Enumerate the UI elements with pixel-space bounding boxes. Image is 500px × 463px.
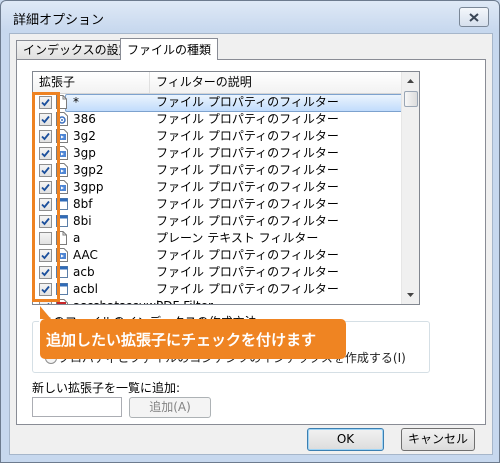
extension-name: ascshatsccuwi (73, 298, 159, 304)
list-header: 拡張子 フィルターの説明 (33, 72, 419, 94)
advanced-options-dialog: 詳細オプション インデックスの設定 ファイルの種類 拡張子 フィルターの説明 *… (0, 0, 500, 463)
extension-name: * (73, 95, 79, 109)
extension-name: 3gp (73, 146, 96, 160)
extension-name: 3g2 (73, 129, 96, 143)
filter-description: PDF Filter (156, 298, 213, 304)
close-icon (469, 12, 479, 22)
list-item[interactable]: ascshatsccuwiPDF Filter (33, 298, 409, 304)
add-extension-label: 新しい拡張子を一覧に追加: (32, 381, 181, 395)
scroll-up-button[interactable] (403, 73, 418, 89)
list-item[interactable]: acb ファイル プロパティのフィルター (33, 264, 409, 281)
add-extension-button[interactable]: 追加(A) (129, 397, 211, 418)
filter-description: ファイル プロパティのフィルター (156, 180, 339, 194)
extension-name: AAC (73, 248, 98, 262)
list-body: * ファイル プロパティのフィルター 386 ファイル プロパティのフィルター 3g2 フ… (33, 94, 409, 304)
checkbox-highlight-frame (32, 92, 60, 302)
filter-description: ファイル プロパティのフィルター (156, 214, 339, 228)
list-item[interactable]: a プレーン テキスト フィルター (33, 230, 409, 247)
instruction-callout-text: 追加したい拡張子にチェックを付けます (46, 331, 317, 349)
add-extension-input[interactable] (32, 397, 122, 417)
list-item[interactable]: acbl ファイル プロパティのフィルター (33, 281, 409, 298)
arrow-up-icon (407, 79, 414, 83)
scroll-thumb[interactable] (404, 91, 418, 107)
list-item[interactable]: 3gp ファイル プロパティのフィルター (33, 145, 409, 162)
list-item[interactable]: 3gp2 ファイル プロパティのフィルター (33, 162, 409, 179)
list-item[interactable]: 386 ファイル プロパティのフィルター (33, 111, 409, 128)
list-item[interactable]: 8bi ファイル プロパティのフィルター (33, 213, 409, 230)
extension-name: acb (73, 265, 95, 279)
arrow-down-icon (407, 293, 414, 297)
filter-description: ファイル プロパティのフィルター (156, 129, 339, 143)
extension-list[interactable]: 拡張子 フィルターの説明 * ファイル プロパティのフィルター 386 ファイル プロ… (32, 71, 420, 305)
list-item[interactable]: * ファイル プロパティのフィルター (33, 94, 409, 112)
window-title: 詳細オプション (13, 13, 105, 28)
vertical-scrollbar[interactable] (401, 72, 419, 304)
extension-name: 8bi (73, 214, 92, 228)
extension-name: acbl (73, 282, 98, 296)
list-item[interactable]: 3gpp ファイル プロパティのフィルター (33, 179, 409, 196)
checkmark-icon (47, 302, 50, 304)
filter-description: ファイル プロパティのフィルター (156, 248, 339, 262)
callout-pointer (40, 306, 51, 319)
filter-description: ファイル プロパティのフィルター (156, 265, 339, 279)
extension-name: 3gpp (73, 180, 104, 194)
filter-description: ファイル プロパティのフィルター (156, 163, 339, 177)
cancel-button[interactable]: キャンセル (401, 428, 475, 451)
list-item[interactable]: AAC ファイル プロパティのフィルター (33, 247, 409, 264)
title-bar: 詳細オプション (1, 1, 499, 33)
filter-description: ファイル プロパティのフィルター (156, 282, 339, 296)
close-button[interactable] (459, 7, 489, 27)
filter-description: ファイル プロパティのフィルター (156, 197, 339, 211)
extension-name: 386 (73, 112, 96, 126)
scroll-down-button[interactable] (403, 287, 418, 303)
list-item[interactable]: 3g2 ファイル プロパティのフィルター (33, 128, 409, 145)
filter-description: ファイル プロパティのフィルター (156, 95, 339, 109)
extension-name: a (73, 231, 81, 245)
filter-description: ファイル プロパティのフィルター (156, 146, 339, 160)
extension-name: 8bf (73, 197, 93, 211)
tab-file-types[interactable]: ファイルの種類 (120, 38, 219, 60)
ok-button[interactable]: OK (307, 428, 384, 451)
filter-description: ファイル プロパティのフィルター (156, 112, 339, 126)
column-header-description[interactable]: フィルターの説明 (150, 72, 403, 93)
column-header-extension[interactable]: 拡張子 (33, 72, 150, 93)
list-item[interactable]: 8bf ファイル プロパティのフィルター (33, 196, 409, 213)
extension-name: 3gp2 (73, 163, 104, 177)
filter-description: プレーン テキスト フィルター (156, 231, 319, 245)
